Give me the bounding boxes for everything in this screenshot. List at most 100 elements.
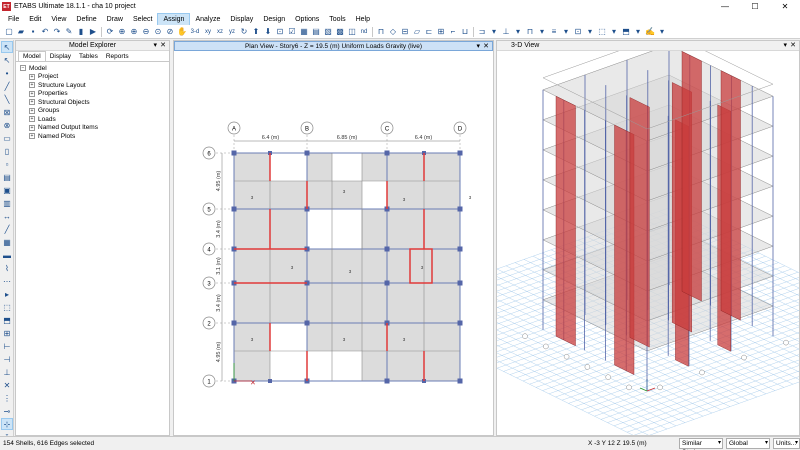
snap-ends-icon[interactable]: ⊢ — [1, 340, 13, 352]
draw-null-area-icon[interactable]: ▤ — [1, 171, 13, 183]
pin-icon[interactable]: ▾ — [476, 42, 480, 50]
zoom-out-icon[interactable]: ⊖ — [140, 26, 152, 38]
save-icon[interactable]: ▪ — [27, 26, 39, 38]
snap-grid-icon[interactable]: ⋮ — [1, 392, 13, 404]
force-dropdown-icon[interactable]: ▾ — [584, 26, 596, 38]
expand-icon[interactable]: + — [29, 124, 35, 131]
zoom-previous-icon[interactable]: ⊘ — [164, 26, 176, 38]
snap-options-icon[interactable]: ⊹ — [1, 418, 13, 430]
close-3d-icon[interactable]: ✕ — [790, 41, 796, 49]
open-file-icon[interactable]: ▰ — [15, 26, 27, 38]
snap-mid-icon[interactable]: ⊥ — [1, 366, 13, 378]
run-analysis-icon[interactable]: ▶ — [87, 26, 99, 38]
grid-options-icon[interactable]: ▦ — [298, 26, 310, 38]
restraint-icon[interactable]: ▾ — [488, 26, 500, 38]
design-dropdown-icon[interactable]: ▾ — [656, 26, 668, 38]
pan-icon[interactable]: ✋ — [176, 26, 188, 38]
etabs-app-icon[interactable]: ET — [2, 2, 11, 11]
zoom-window-icon[interactable]: ⊕ — [116, 26, 128, 38]
select-window-icon[interactable]: ⬚ — [1, 301, 13, 313]
animation-icon[interactable]: ⬒ — [620, 26, 632, 38]
reshape-icon[interactable]: ↖ — [1, 54, 13, 66]
maximize-button[interactable]: ☐ — [740, 0, 770, 13]
link-icon[interactable]: ⌐ — [447, 26, 459, 38]
menu-edit[interactable]: Edit — [24, 14, 46, 25]
menu-select[interactable]: Select — [128, 14, 157, 25]
shrink-icon[interactable]: ▧ — [322, 26, 334, 38]
point-load-icon[interactable]: ▾ — [512, 26, 524, 38]
tab-reports[interactable]: Reports — [102, 52, 133, 61]
select-all-icon[interactable]: ⊞ — [1, 327, 13, 339]
expand-icon[interactable]: + — [29, 116, 35, 123]
draw-spring-side-icon[interactable]: ⌇ — [1, 262, 13, 274]
pencil-icon[interactable]: ✎ — [63, 26, 75, 38]
lock-icon[interactable]: ▮ — [75, 26, 87, 38]
tab-display[interactable]: Display — [46, 52, 75, 61]
draw-spring-icon[interactable]: ⊔ — [459, 26, 471, 38]
menu-tools[interactable]: Tools — [324, 14, 350, 25]
tree-item-loads[interactable]: + Loads — [20, 115, 165, 124]
menu-options[interactable]: Options — [290, 14, 324, 25]
draw-slab-icon[interactable]: ◇ — [387, 26, 399, 38]
expand-icon[interactable]: + — [29, 73, 35, 80]
menu-draw[interactable]: Draw — [102, 14, 128, 25]
draw-opening-icon[interactable]: ⊞ — [435, 26, 447, 38]
tree-item-properties[interactable]: + Properties — [20, 90, 165, 99]
close-button[interactable]: ✕ — [770, 0, 800, 13]
draw-brace-icon[interactable]: ╲ — [1, 93, 13, 105]
draw-detail-icon[interactable]: ▸ — [1, 288, 13, 300]
snap-perp-icon[interactable]: ⊣ — [1, 353, 13, 365]
expand-icon[interactable]: + — [29, 90, 35, 97]
rotate-view-icon[interactable]: ↻ — [238, 26, 250, 38]
menu-help[interactable]: Help — [351, 14, 375, 25]
view-yz-button[interactable]: yz — [226, 26, 238, 38]
set-limits-icon[interactable]: ▤ — [310, 26, 322, 38]
redo-icon[interactable]: ↷ — [51, 26, 63, 38]
frame-section-icon[interactable]: ⊥ — [500, 26, 512, 38]
menu-analyze[interactable]: Analyze — [190, 14, 225, 25]
draw-floor-icon[interactable]: ▭ — [1, 132, 13, 144]
tab-tables[interactable]: Tables — [75, 52, 102, 61]
expand-icon[interactable]: + — [29, 82, 35, 89]
deformed-dropdown-icon[interactable]: ▾ — [560, 26, 572, 38]
draw-opening-side-icon[interactable]: ▣ — [1, 184, 13, 196]
expand-icon[interactable]: + — [29, 107, 35, 114]
view-3d-button[interactable]: 3-d — [188, 26, 202, 38]
minimize-button[interactable]: — — [710, 0, 740, 13]
tree-item-groups[interactable]: + Groups — [20, 107, 165, 116]
view-xz-button[interactable]: xz — [214, 26, 226, 38]
undo-icon[interactable]: ↶ — [39, 26, 51, 38]
object-fill-icon[interactable]: ▩ — [334, 26, 346, 38]
draw-point-icon[interactable]: • — [1, 67, 13, 79]
draw-tendon-icon[interactable]: ⋯ — [1, 275, 13, 287]
pointer-select-icon[interactable]: ↖ — [1, 41, 13, 53]
shell-section-icon[interactable]: ⊓ — [524, 26, 536, 38]
animation-dropdown-icon[interactable]: ▾ — [632, 26, 644, 38]
draw-region-icon[interactable]: ⊗ — [1, 119, 13, 131]
stories-dropdown[interactable]: Similar Stories — [679, 438, 723, 450]
move-up-icon[interactable]: ⬆ — [250, 26, 262, 38]
menu-design[interactable]: Design — [258, 14, 290, 25]
node-labels-icon[interactable]: nd — [358, 26, 370, 38]
menu-display[interactable]: Display — [225, 14, 258, 25]
pin-icon[interactable]: ▾ — [783, 41, 787, 49]
perspective-icon[interactable]: ⊡ — [274, 26, 286, 38]
close-explorer-icon[interactable]: ✕ — [160, 41, 166, 49]
select-intersect-icon[interactable]: ⬒ — [1, 314, 13, 326]
snap-lines-icon[interactable]: ⊸ — [1, 405, 13, 417]
move-down-icon[interactable]: ⬇ — [262, 26, 274, 38]
view3d-canvas[interactable] — [379, 32, 800, 439]
deformed-shape-icon[interactable]: ≡ — [548, 26, 560, 38]
tree-item-named-output-items[interactable]: + Named Output Items — [20, 124, 165, 133]
expand-icon[interactable]: + — [29, 99, 35, 106]
draw-dimension-icon[interactable]: ↔ — [1, 210, 13, 222]
tree-item-named-plots[interactable]: + Named Plots — [20, 132, 165, 141]
draw-text-icon[interactable]: ▬ — [1, 249, 13, 261]
draw-rect-floor-icon[interactable]: ▯ — [1, 145, 13, 157]
draw-line-icon[interactable]: ╱ — [1, 80, 13, 92]
show-undeformed-icon[interactable]: ◫ — [346, 26, 358, 38]
draw-area-icon[interactable]: ▱ — [411, 26, 423, 38]
force-diagram-icon[interactable]: ⊡ — [572, 26, 584, 38]
display-options-icon[interactable]: ☑ — [286, 26, 298, 38]
stress-contour-icon[interactable]: ⬚ — [596, 26, 608, 38]
